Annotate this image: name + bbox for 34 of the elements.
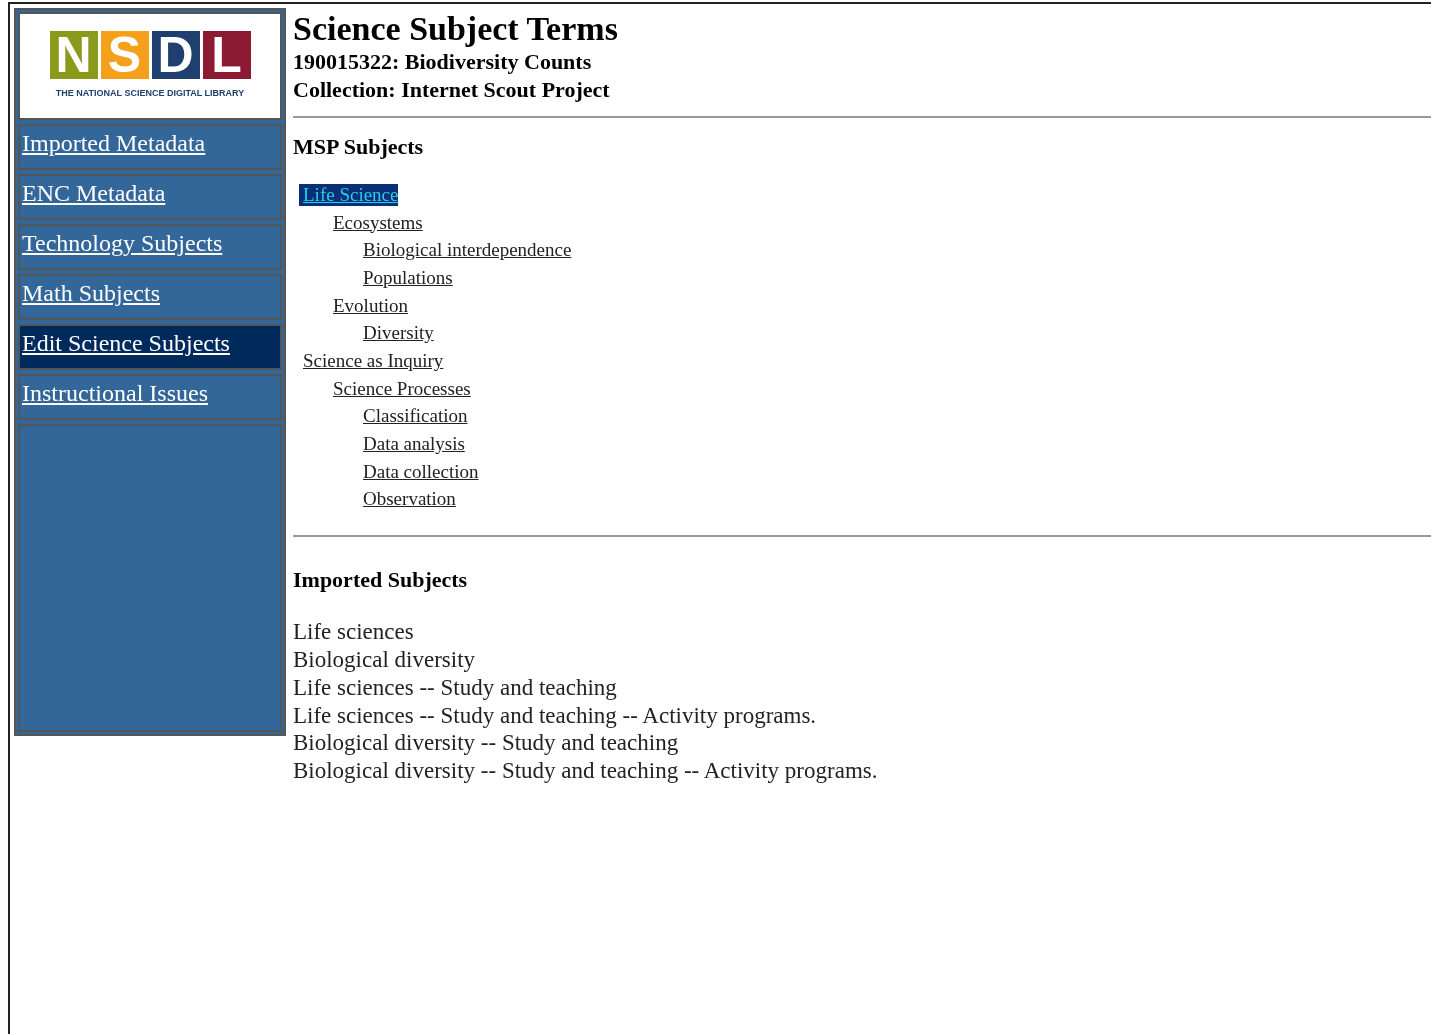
- sidebar-link[interactable]: ENC Metadata: [18, 174, 282, 220]
- subject-link[interactable]: Populations: [359, 266, 453, 289]
- subject-link[interactable]: Life Science: [299, 183, 399, 206]
- subject-term: Life sciences -- Study and teaching -- Activity programs.: [293, 701, 818, 730]
- sidebar-link[interactable]: Math Subjects: [18, 274, 282, 320]
- sidebar-link[interactable]: Instructional Issues: [18, 374, 282, 420]
- logo-letter: N: [49, 31, 98, 80]
- subject-link[interactable]: Science as Inquiry: [299, 349, 444, 372]
- sidebar-link[interactable]: Edit Science Subjects: [18, 324, 282, 370]
- logo-letter: L: [202, 31, 251, 80]
- subject-link[interactable]: Diversity: [359, 322, 434, 345]
- page-title: Science Subject Terms: [293, 10, 619, 48]
- subject-link[interactable]: Observation: [359, 488, 456, 511]
- sidebar-link[interactable]: Technology Subjects: [18, 224, 282, 270]
- record-title: 190015322: Biodiversity Counts: [293, 48, 593, 76]
- subject-term: Life sciences: [293, 618, 415, 647]
- subject-term: Life sciences -- Study and teaching: [293, 673, 618, 702]
- subject-link[interactable]: Biological interdependence: [359, 239, 572, 262]
- logo-letter: D: [151, 31, 200, 80]
- subject-link[interactable]: Science Processes: [329, 377, 471, 400]
- sidebar-link[interactable]: Imported Metadata: [18, 124, 282, 170]
- subject-term: Biological diversity: [293, 646, 477, 674]
- collection-name: Collection: Internet Scout Project: [293, 76, 611, 104]
- section-heading: Imported Subjects: [293, 566, 469, 595]
- subject-link[interactable]: Ecosystems: [329, 211, 423, 234]
- subject-link[interactable]: Evolution: [329, 294, 408, 317]
- logo-letter: S: [100, 31, 149, 80]
- subject-link[interactable]: Classification: [359, 405, 468, 428]
- subject-term: Biological diversity -- Study and teaching -- Activity programs.: [293, 757, 879, 786]
- logo-tagline: THE NATIONAL SCIENCE DIGITAL LIBRARY: [55, 87, 245, 101]
- subject-link[interactable]: Data analysis: [359, 433, 465, 456]
- subject-term: Biological diversity -- Study and teaching: [293, 729, 680, 758]
- subject-link[interactable]: Data collection: [359, 460, 479, 483]
- section-heading: MSP Subjects: [293, 133, 425, 161]
